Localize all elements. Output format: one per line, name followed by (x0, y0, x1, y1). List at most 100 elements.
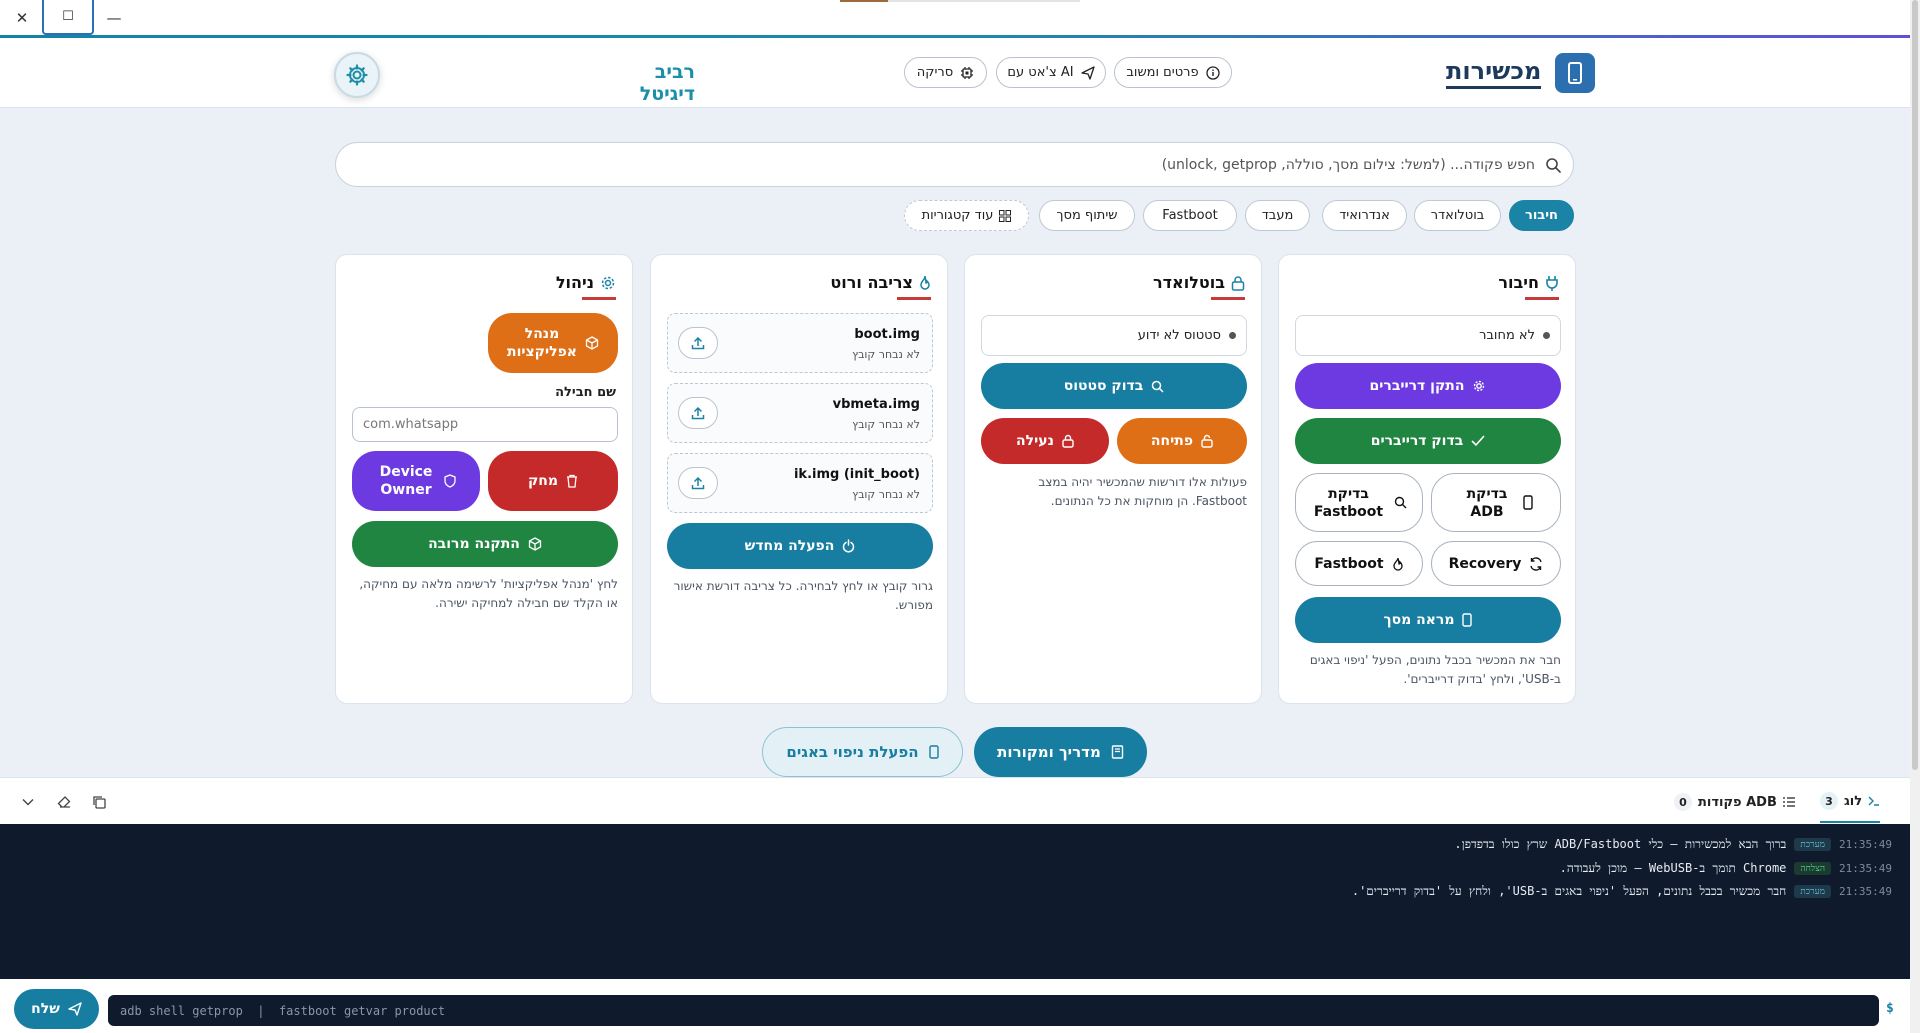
more-categories-button[interactable]: עוד קטגוריות (904, 200, 1029, 231)
enable-usb-debugging-button[interactable]: הפעלת ניפוי באגים (762, 727, 963, 777)
screen-mirror-label: מראה מסך (1383, 612, 1455, 628)
shield-icon (444, 474, 456, 488)
file-dropzone-vbmeta[interactable]: vbmeta.img לא נבחר קובץ (667, 383, 933, 443)
tab-log[interactable]: 3 לוג (1820, 789, 1881, 823)
command-input[interactable] (108, 995, 1879, 1026)
flash-card-title: צריבה ורוט (830, 273, 931, 300)
lock-bootloader-button[interactable]: נעילה (981, 418, 1109, 464)
ai-chat-button[interactable]: צ'אט עם AI (996, 57, 1106, 88)
log-output: 21:35:49 מערכת ברוך הבא למכשירות — כלי A… (0, 824, 1910, 979)
install-drivers-button[interactable]: התקן דרייברים (1295, 363, 1561, 409)
flame-icon (920, 275, 930, 290)
upload-button[interactable] (678, 327, 718, 359)
category-processor[interactable]: מעבד (1245, 200, 1310, 231)
package-name-input[interactable] (352, 407, 618, 442)
chevron-down-icon (22, 799, 34, 806)
send-command-button[interactable]: שלח (14, 989, 99, 1029)
send-label: שלח (31, 1001, 60, 1017)
phone-icon (1462, 613, 1473, 627)
scrollbar-thumb[interactable] (1912, 0, 1918, 770)
upload-button[interactable] (678, 467, 718, 499)
package-icon (528, 537, 542, 551)
log-time: 21:35:49 (1839, 861, 1892, 875)
status-dot (1229, 332, 1236, 339)
reboot-button[interactable]: הפעלה מחדש (667, 523, 933, 569)
log-row: 21:35:49 מערכת חבר מכשיר בכבל נתונים, הפ… (1352, 883, 1892, 899)
scan-button[interactable]: סריקה (904, 57, 987, 88)
log-row: 21:35:49 מערכת ברוך הבא למכשירות — כלי A… (1454, 836, 1892, 852)
check-status-button[interactable]: בדוק סטטוס (981, 363, 1247, 409)
refresh-icon (1530, 556, 1543, 571)
log-tag: מערכת (1794, 884, 1832, 898)
device-owner-label: Device Owner (379, 464, 433, 498)
check-icon (1471, 435, 1485, 447)
bulk-install-button[interactable]: התקנה מרובה (352, 521, 618, 567)
copy-log-button[interactable] (89, 792, 109, 812)
check-fastboot-label: בדיקת Fastboot (1313, 485, 1384, 520)
app-manager-button[interactable]: מנהל אפליקציות (488, 313, 618, 373)
app-manager-label: מנהל אפליקציות (507, 326, 577, 360)
minimize-window-button[interactable]: — (94, 0, 134, 35)
reboot-label: הפעלה מחדש (744, 538, 835, 554)
screen-mirror-button[interactable]: מראה מסך (1295, 597, 1561, 643)
copy-icon (93, 796, 106, 809)
search-icon (1546, 157, 1561, 173)
connect-note: חבר את המכשיר בכבל נתונים, הפעל 'ניפוי ב… (1309, 653, 1561, 686)
details-feedback-button[interactable]: פרטים ומשוב (1114, 57, 1232, 88)
unlock-label: פתיחה (1150, 433, 1194, 449)
app-name: מכשירות (1446, 57, 1542, 89)
package-name-label: שם חבילה (555, 385, 616, 400)
category-android[interactable]: אנדרואיד (1322, 200, 1407, 231)
check-adb-button[interactable]: בדיקת ADB (1431, 473, 1561, 532)
unlock-bootloader-button[interactable]: פתיחה (1117, 418, 1247, 464)
command-search[interactable] (335, 142, 1574, 187)
reboot-recovery-button[interactable]: Recovery (1431, 541, 1561, 586)
log-text: Chrome תומך ב-WebUSB — מוכן לעבודה. (1559, 860, 1787, 875)
category-bootloader[interactable]: בוטלואדר (1414, 200, 1501, 231)
connect-card-title: חיבור (1498, 273, 1559, 300)
terminal-icon (1868, 796, 1880, 806)
lock-icon (1062, 434, 1074, 448)
check-drivers-button[interactable]: בדוק דרייברים (1295, 418, 1561, 464)
recovery-label: Recovery (1448, 555, 1522, 572)
reboot-fastboot-button[interactable]: Fastboot (1295, 541, 1423, 586)
category-screen-share[interactable]: שיתוף מסך (1039, 200, 1135, 231)
clear-log-button[interactable] (54, 792, 74, 812)
log-text: ברוך הבא למכשירות — כלי ADB/Fastboot שרץ… (1454, 836, 1787, 851)
connection-status-text: לא מחובר (1479, 328, 1535, 343)
lock-icon (1231, 275, 1245, 291)
category-connect[interactable]: חיבור (1509, 200, 1574, 231)
upload-icon (691, 406, 705, 420)
management-card-title: ניהול (556, 273, 616, 300)
guide-resources-button[interactable]: מדריך ומקורות (974, 727, 1147, 777)
file-dropzone-init-boot[interactable]: ik.img (init_boot) לא נבחר קובץ (667, 453, 933, 513)
info-icon (1205, 65, 1220, 80)
close-window-button[interactable]: ✕ (2, 0, 42, 35)
console-panel-header: 3 לוג 0 פקודות ADB (0, 777, 1910, 824)
brand[interactable]: מכשירות (1446, 53, 1596, 93)
upload-icon (691, 336, 705, 350)
search-icon (1394, 496, 1406, 509)
lock-label: נעילה (1016, 433, 1054, 449)
file-dropzone-boot[interactable]: boot.img לא נבחר קובץ (667, 313, 933, 373)
device-owner-button[interactable]: Device Owner (352, 451, 480, 511)
plug-icon (1546, 275, 1558, 291)
adb-count-badge: 0 (1674, 793, 1692, 811)
search-input[interactable] (355, 156, 1535, 173)
upload-button[interactable] (678, 397, 718, 429)
settings-button[interactable] (334, 52, 380, 98)
collapse-panel-button[interactable] (18, 792, 38, 812)
tab-adb-commands[interactable]: 0 פקודות ADB (1674, 791, 1795, 813)
page-scrollbar[interactable] (1910, 0, 1920, 1033)
maximize-window-button[interactable]: ☐ (42, 0, 94, 35)
prompt-symbol: $ (1886, 1001, 1894, 1016)
check-fastboot-button[interactable]: בדיקת Fastboot (1295, 473, 1423, 532)
phone-icon (1555, 53, 1596, 93)
category-fastboot[interactable]: Fastboot (1143, 200, 1237, 231)
status-dot (1543, 332, 1550, 339)
file-status: לא נבחר קובץ (852, 418, 920, 431)
connect-card: חיבור לא מחובר התקן דרייברים בדוק דרייבר… (1278, 254, 1576, 704)
remove-app-button[interactable]: מחק (488, 451, 618, 511)
file-name: ik.img (init_boot) (793, 467, 920, 482)
guide-label: מדריך ומקורות (997, 743, 1101, 761)
